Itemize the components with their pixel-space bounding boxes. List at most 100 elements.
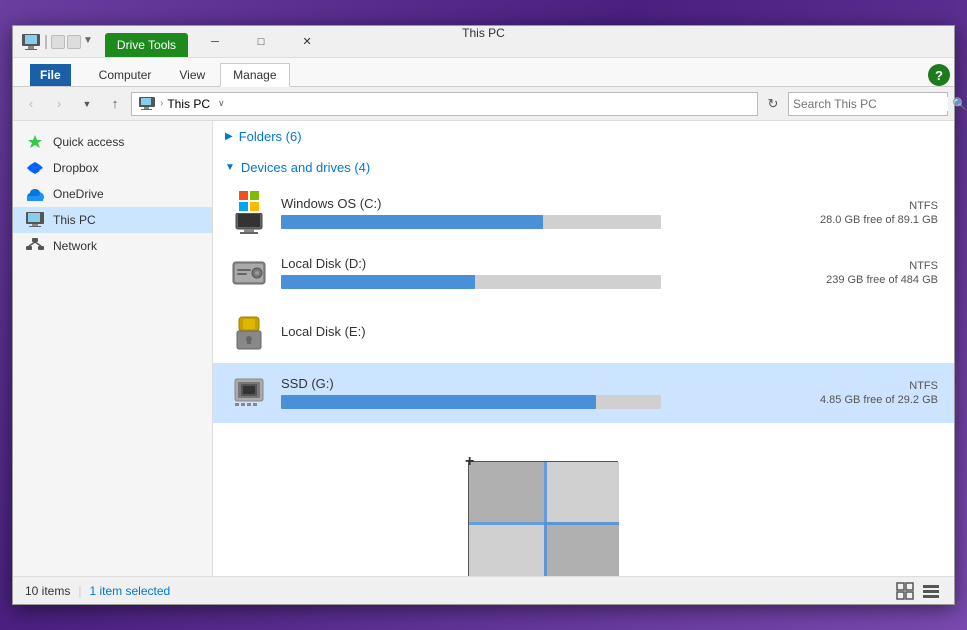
up-button[interactable]: ↑ — [103, 92, 127, 116]
onedrive-icon — [25, 186, 45, 202]
window-controls: ─ □ ✕ — [192, 26, 330, 57]
drive-c-meta: NTFS 28.0 GB free of 89.1 GB — [778, 200, 938, 226]
ssd-tooltip: (460 , 419) 217, 217, 217 — [468, 461, 618, 576]
refresh-button[interactable]: ↻ — [762, 93, 784, 115]
drive-d-fill — [281, 275, 475, 289]
search-box: 🔍 — [788, 92, 948, 116]
devices-section-header[interactable]: ▼ Devices and drives (4) — [213, 152, 954, 183]
windows-logo — [239, 191, 259, 211]
ssd-g-icon — [229, 373, 269, 413]
cursor-plus: + — [465, 453, 474, 471]
sidebar-item-dropbox[interactable]: Dropbox — [13, 155, 212, 181]
window-title: This PC — [462, 26, 505, 40]
tab-file[interactable]: File — [17, 62, 84, 86]
drive-d-meta: NTFS 239 GB free of 484 GB — [778, 260, 938, 286]
status-bar: 10 items | 1 item selected — [13, 576, 954, 604]
toolbar-dropdown[interactable]: ▼ — [83, 35, 93, 49]
maximize-button[interactable]: □ — [238, 26, 284, 58]
drive-item-e[interactable]: Local Disk (E:) — [213, 303, 954, 363]
main-area: Quick access Dropbox — [13, 121, 954, 576]
explorer-window: ▼ Drive Tools This PC ─ □ ✕ F — [12, 25, 955, 605]
devices-label: Devices and drives (4) — [241, 160, 370, 175]
tab-view[interactable]: View — [166, 62, 218, 86]
address-path[interactable]: › This PC ∨ — [131, 92, 758, 116]
title-separator — [45, 35, 47, 49]
selected-text: 1 item selected — [89, 584, 170, 598]
folders-section-header[interactable]: ▶ Folders (6) — [213, 121, 954, 152]
path-current: This PC — [167, 97, 210, 111]
drive-d-info: Local Disk (D:) — [281, 256, 766, 291]
tab-computer[interactable]: Computer — [86, 62, 165, 86]
local-disk-d-icon — [229, 253, 269, 293]
items-count: 10 items — [25, 584, 70, 598]
title-bar-left: ▼ — [13, 26, 101, 57]
drive-d-fs: NTFS — [778, 260, 938, 272]
title-tabs: Drive Tools — [101, 26, 192, 57]
address-bar: ‹ › ▼ ↑ › This PC ∨ ↻ 🔍 — [13, 87, 954, 121]
drive-c-bar — [281, 215, 661, 229]
status-bar-right — [894, 580, 942, 602]
drive-tools-tab[interactable]: Drive Tools — [105, 33, 188, 57]
drive-c-name: Windows OS (C:) — [281, 196, 766, 211]
drive-g-bar — [281, 395, 661, 409]
tab-manage[interactable]: Manage — [220, 63, 289, 87]
pc-title-icon — [21, 34, 41, 50]
ssd-preview-image — [469, 462, 619, 576]
back-button[interactable]: ‹ — [19, 92, 43, 116]
sidebar-item-network[interactable]: Network — [13, 233, 212, 259]
network-label: Network — [53, 239, 97, 253]
this-pc-label: This PC — [53, 213, 96, 227]
drive-c-fs: NTFS — [778, 200, 938, 212]
minimize-button[interactable]: ─ — [192, 26, 238, 58]
onedrive-label: OneDrive — [53, 187, 104, 201]
drive-d-name: Local Disk (D:) — [281, 256, 766, 271]
this-pc-icon — [25, 212, 45, 228]
toolbar-icon-1[interactable] — [51, 35, 65, 49]
drive-g-fill — [281, 395, 596, 409]
quick-access-label: Quick access — [53, 135, 124, 149]
content-area: ▶ Folders (6) ▼ Devices and drives (4) — [213, 121, 954, 576]
drive-c-space: 28.0 GB free of 89.1 GB — [778, 214, 938, 226]
dropdown-recent-button[interactable]: ▼ — [75, 92, 99, 116]
drive-item-d[interactable]: Local Disk (D:) NTFS 239 GB free of 484 … — [213, 243, 954, 303]
help-button[interactable]: ? — [928, 64, 950, 86]
drive-g-info: SSD (G:) — [281, 376, 766, 411]
forward-button[interactable]: › — [47, 92, 71, 116]
devices-chevron: ▼ — [225, 162, 235, 173]
sidebar-item-this-pc[interactable]: This PC — [13, 207, 212, 233]
sidebar-item-onedrive[interactable]: OneDrive — [13, 181, 212, 207]
network-icon — [25, 238, 45, 254]
drive-d-space: 239 GB free of 484 GB — [778, 274, 938, 286]
search-icon: 🔍 — [952, 97, 967, 111]
view-tiles-button[interactable] — [894, 580, 916, 602]
sidebar: Quick access Dropbox — [13, 121, 213, 576]
drive-item-g[interactable]: SSD (G:) NTFS 4.85 GB free of 29.2 GB — [213, 363, 954, 423]
drive-g-fs: NTFS — [778, 380, 938, 392]
path-pc-icon — [138, 97, 156, 111]
search-input[interactable] — [793, 97, 948, 111]
title-bar: ▼ Drive Tools This PC ─ □ ✕ — [13, 26, 954, 58]
dropbox-label: Dropbox — [53, 161, 98, 175]
crosshair-v — [544, 462, 547, 576]
windows-os-icon — [229, 193, 269, 233]
ribbon-tabs: File Computer View Manage ? — [13, 58, 954, 86]
drive-c-info: Windows OS (C:) — [281, 196, 766, 231]
drive-g-space: 4.85 GB free of 29.2 GB — [778, 394, 938, 406]
drive-item-c[interactable]: Windows OS (C:) NTFS 28.0 GB free of 89.… — [213, 183, 954, 243]
sidebar-item-quick-access[interactable]: Quick access — [13, 129, 212, 155]
folders-label: Folders (6) — [239, 129, 302, 144]
quick-toolbar: ▼ — [51, 35, 93, 49]
close-button[interactable]: ✕ — [284, 26, 330, 58]
quick-access-icon — [25, 134, 45, 150]
dropbox-icon — [25, 160, 45, 176]
path-separator: › — [160, 98, 163, 109]
drive-g-meta: NTFS 4.85 GB free of 29.2 GB — [778, 380, 938, 406]
drive-e-info: Local Disk (E:) — [281, 324, 766, 343]
view-list-button[interactable] — [920, 580, 942, 602]
drive-d-bar — [281, 275, 661, 289]
local-disk-e-icon — [229, 313, 269, 353]
toolbar-icon-2[interactable] — [67, 35, 81, 49]
folders-chevron: ▶ — [225, 131, 233, 142]
drive-c-fill — [281, 215, 543, 229]
path-dropdown-arrow: ∨ — [218, 98, 225, 109]
